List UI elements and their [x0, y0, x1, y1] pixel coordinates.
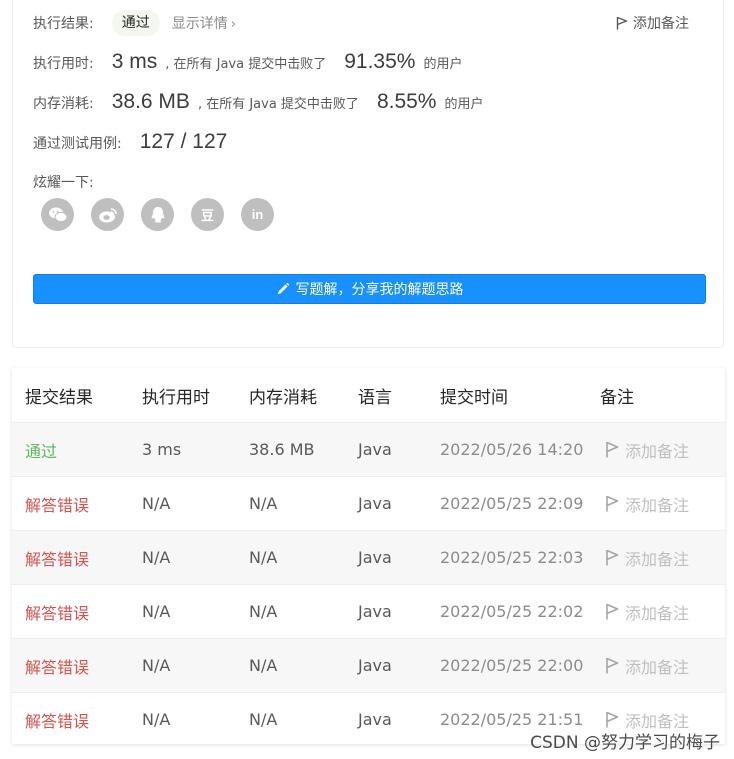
- header-language[interactable]: 语言: [358, 383, 392, 408]
- share-icons: 豆 in: [41, 198, 291, 231]
- row-runtime: N/A: [142, 548, 171, 567]
- row-add-note-label: 添加备注: [625, 549, 690, 569]
- tests-row: 通过测试用例: 127 / 127: [33, 130, 227, 154]
- memory-value: 38.6 MB: [111, 90, 190, 113]
- header-submit-time[interactable]: 提交时间: [440, 383, 508, 408]
- row-status[interactable]: 解答错误: [25, 654, 89, 678]
- header-runtime[interactable]: 执行用时: [142, 383, 210, 408]
- row-memory: N/A: [249, 710, 278, 729]
- row-add-note-label: 添加备注: [625, 441, 690, 461]
- memory-beat-text: , 在所有 Java 提交中击败了: [197, 97, 359, 112]
- share-label: 炫耀一下:: [33, 175, 94, 191]
- tests-label: 通过测试用例:: [33, 136, 122, 152]
- tests-value: 127 / 127: [139, 130, 228, 153]
- row-submit-time: 2022/05/25 22:03: [440, 548, 584, 567]
- table-row[interactable]: 解答错误 N/A N/A Java 2022/05/25 22:09 添加备注: [12, 476, 725, 530]
- row-memory: N/A: [249, 494, 278, 513]
- add-note-label: 添加备注: [633, 16, 689, 32]
- show-details-label: 显示详情: [171, 16, 228, 32]
- table-row[interactable]: 通过 3 ms 38.6 MB Java 2022/05/26 14:20 添加…: [12, 422, 725, 476]
- flag-icon: [606, 657, 619, 674]
- show-details-link[interactable]: 显示详情 ›: [172, 13, 236, 33]
- row-language: Java: [358, 548, 392, 567]
- qq-icon[interactable]: [141, 198, 174, 231]
- row-runtime: 3 ms: [142, 440, 182, 459]
- row-add-note[interactable]: 添加备注: [605, 438, 689, 462]
- flag-icon: [616, 16, 628, 30]
- runtime-percentile: 91.35%: [344, 50, 416, 73]
- table-row[interactable]: 解答错误 N/A N/A Java 2022/05/25 22:02 添加备注: [12, 584, 725, 638]
- flag-icon: [606, 603, 619, 620]
- memory-percentile: 8.55%: [376, 90, 437, 113]
- row-memory: N/A: [249, 656, 278, 675]
- status-badge: 通过: [111, 10, 160, 36]
- linkedin-icon[interactable]: in: [241, 198, 274, 231]
- runtime-beat-text: , 在所有 Java 提交中击败了: [165, 57, 327, 72]
- row-language: Java: [358, 710, 392, 729]
- result-label: 执行结果:: [33, 16, 94, 32]
- row-memory: N/A: [249, 602, 278, 621]
- flag-icon: [606, 441, 619, 458]
- row-status[interactable]: 解答错误: [25, 708, 89, 732]
- row-submit-time: 2022/05/25 21:51: [440, 710, 584, 729]
- flag-icon: [606, 549, 619, 566]
- row-add-note[interactable]: 添加备注: [605, 492, 689, 516]
- row-language: Java: [358, 494, 392, 513]
- memory-users-text: 的用户: [444, 97, 484, 112]
- row-memory: 38.6 MB: [249, 440, 315, 459]
- row-status[interactable]: 解答错误: [25, 492, 89, 516]
- memory-row: 内存消耗: 38.6 MB , 在所有 Java 提交中击败了 8.55% 的用…: [33, 90, 484, 114]
- runtime-value: 3 ms: [111, 50, 158, 73]
- memory-label: 内存消耗:: [33, 96, 94, 112]
- table-row[interactable]: 解答错误 N/A N/A Java 2022/05/25 22:03 添加备注: [12, 530, 725, 584]
- row-status[interactable]: 解答错误: [25, 600, 89, 624]
- row-submit-time: 2022/05/26 14:20: [440, 440, 584, 459]
- row-add-note-label: 添加备注: [625, 603, 690, 623]
- row-runtime: N/A: [142, 494, 171, 513]
- pencil-icon: [277, 282, 289, 294]
- result-row: 执行结果: 通过 显示详情 ›: [33, 10, 236, 36]
- row-runtime: N/A: [142, 656, 171, 675]
- douban-glyph: 豆: [200, 208, 214, 223]
- linkedin-glyph: in: [251, 207, 264, 222]
- row-add-note[interactable]: 添加备注: [605, 600, 689, 624]
- submission-table: 提交结果 执行用时 内存消耗 语言 提交时间 备注 通过 3 ms 38.6 M…: [12, 368, 725, 744]
- row-submit-time: 2022/05/25 22:02: [440, 602, 584, 621]
- row-runtime: N/A: [142, 602, 171, 621]
- write-solution-button[interactable]: 写题解，分享我的解题思路: [33, 274, 706, 304]
- add-note-button[interactable]: 添加备注: [616, 13, 689, 33]
- row-language: Java: [358, 440, 392, 459]
- row-language: Java: [358, 656, 392, 675]
- runtime-label: 执行用时:: [33, 56, 94, 72]
- row-status[interactable]: 解答错误: [25, 546, 89, 570]
- row-status[interactable]: 通过: [25, 438, 57, 462]
- header-note: 备注: [600, 387, 634, 408]
- flag-icon: [606, 495, 619, 512]
- row-add-note-label: 添加备注: [625, 495, 690, 515]
- flag-icon: [606, 711, 619, 728]
- submission-result-card: 执行结果: 通过 显示详情 › 添加备注 执行用时: 3 ms , 在所有 Jav…: [12, 0, 724, 348]
- write-solution-label: 写题解，分享我的解题思路: [295, 282, 464, 298]
- header-result[interactable]: 提交结果: [25, 383, 93, 408]
- weibo-icon[interactable]: [91, 198, 124, 231]
- row-runtime: N/A: [142, 710, 171, 729]
- row-submit-time: 2022/05/25 22:09: [440, 494, 584, 513]
- row-add-note[interactable]: 添加备注: [605, 546, 689, 570]
- row-submit-time: 2022/05/25 22:00: [440, 656, 584, 675]
- wechat-icon[interactable]: [41, 198, 74, 231]
- row-language: Java: [358, 602, 392, 621]
- runtime-users-text: 的用户: [423, 57, 463, 72]
- header-memory[interactable]: 内存消耗: [249, 383, 317, 408]
- runtime-row: 执行用时: 3 ms , 在所有 Java 提交中击败了 91.35% 的用户: [33, 50, 462, 74]
- table-header: 提交结果 执行用时 内存消耗 语言 提交时间 备注: [12, 368, 725, 422]
- row-add-note[interactable]: 添加备注: [605, 654, 689, 678]
- watermark: CSDN @努力学习的梅子: [530, 733, 720, 753]
- row-memory: N/A: [249, 548, 278, 567]
- table-row[interactable]: 解答错误 N/A N/A Java 2022/05/25 22:00 添加备注: [12, 638, 725, 692]
- chevron-right-icon: ›: [230, 17, 236, 32]
- row-add-note-label: 添加备注: [625, 657, 690, 677]
- douban-icon[interactable]: 豆: [191, 198, 224, 231]
